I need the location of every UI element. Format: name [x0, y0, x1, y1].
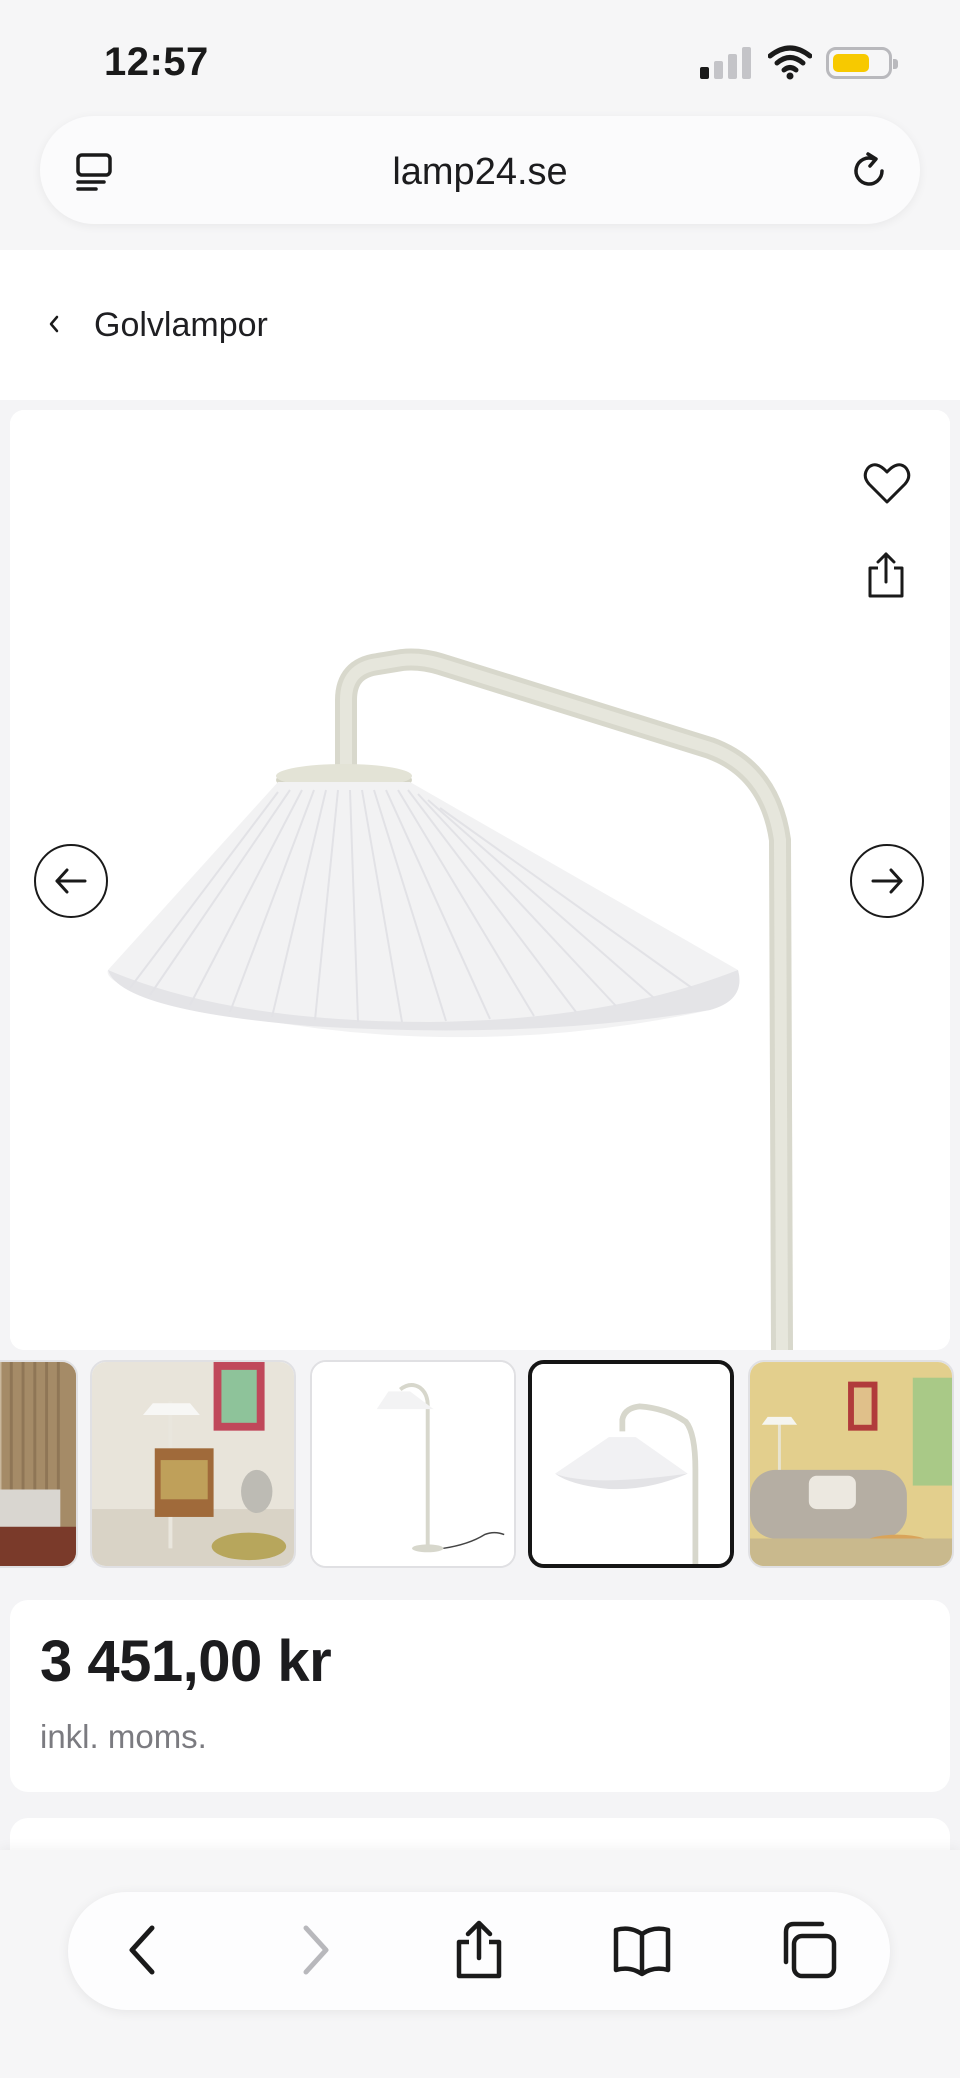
vat-note: inkl. moms. [40, 1718, 207, 1755]
url-text[interactable]: lamp24.se [40, 151, 920, 194]
heart-icon[interactable] [862, 460, 912, 506]
share-icon [456, 1920, 502, 1979]
thumb-lamp-by-armchair[interactable] [90, 1360, 296, 1568]
product-price: 3 451,00 kr [40, 1629, 332, 1694]
bookmarks-icon [613, 1926, 671, 1977]
browser-toolbar [0, 1850, 960, 2078]
battery-icon [826, 47, 898, 79]
toolbar-pill [68, 1892, 890, 2010]
back-button[interactable] [112, 1918, 176, 1982]
arrow-left-icon [55, 868, 87, 894]
thumb-lamp-full-white[interactable] [310, 1360, 516, 1568]
product-main-image[interactable] [10, 410, 950, 1350]
status-bar: 12:57 [0, 0, 960, 110]
cellular-signal-icon [700, 47, 752, 79]
reload-icon[interactable] [848, 150, 890, 192]
forward-icon [303, 1925, 329, 1975]
breadcrumb-label[interactable]: Golvlampor [94, 306, 268, 345]
bookmarks-button[interactable] [610, 1918, 674, 1982]
chevron-left-icon [49, 315, 59, 333]
tabs-icon [783, 1921, 837, 1979]
next-image-button[interactable] [850, 844, 924, 918]
price-card: 3 451,00 kr inkl. moms. [10, 1600, 950, 1792]
arrow-right-icon [871, 868, 903, 894]
tabs-button[interactable] [776, 1918, 840, 1982]
share-button[interactable] [447, 1918, 511, 1982]
battery-level [833, 54, 869, 72]
thumb-lamp-shade-closeup[interactable] [528, 1360, 734, 1568]
page: 12:57 lamp24.se Golvlampor 3 451,00 kr i… [0, 0, 960, 2078]
share-icon[interactable] [866, 550, 906, 600]
thumb-curtain-room[interactable] [0, 1360, 78, 1568]
thumbnail-strip[interactable] [0, 1360, 960, 1570]
wifi-icon [768, 45, 812, 80]
previous-image-button[interactable] [34, 844, 108, 918]
thumb-lamp-by-sofa[interactable] [748, 1360, 954, 1568]
breadcrumb[interactable]: Golvlampor [0, 250, 960, 400]
status-time: 12:57 [104, 40, 209, 84]
product-gallery[interactable] [10, 410, 950, 1350]
forward-button[interactable] [282, 1918, 346, 1982]
address-bar-area: lamp24.se [0, 110, 960, 250]
address-bar[interactable]: lamp24.se [40, 116, 920, 224]
back-icon [129, 1925, 155, 1975]
